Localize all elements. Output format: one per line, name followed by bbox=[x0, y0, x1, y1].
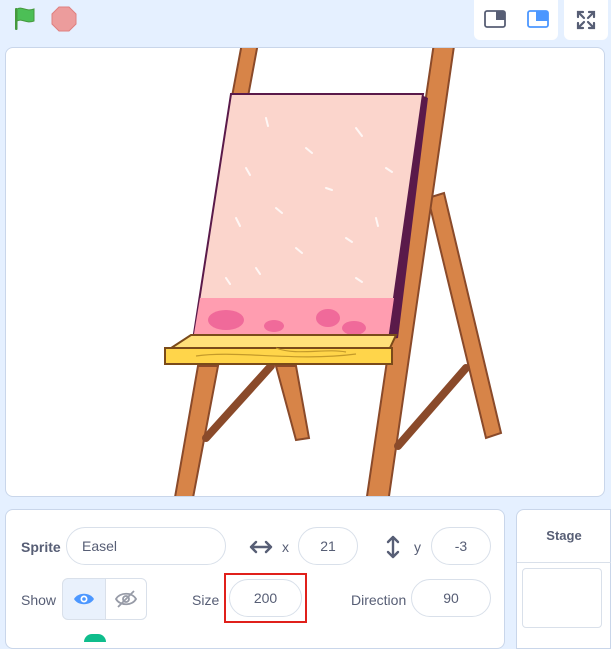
x-input[interactable]: 21 bbox=[298, 527, 358, 565]
stage-canvas[interactable] bbox=[5, 47, 605, 497]
stage-panel-divider bbox=[517, 562, 611, 563]
sprite-name-input[interactable]: Easel bbox=[66, 527, 226, 565]
size-label: Size bbox=[192, 592, 220, 608]
easel-sprite[interactable] bbox=[6, 48, 605, 497]
x-value: 21 bbox=[320, 538, 336, 554]
fullscreen-icon bbox=[576, 10, 596, 30]
direction-value: 90 bbox=[443, 590, 459, 606]
y-arrows-icon bbox=[386, 535, 400, 559]
size-value: 200 bbox=[253, 590, 278, 606]
show-label: Show bbox=[21, 592, 57, 608]
stage-panel-title: Stage bbox=[546, 528, 582, 543]
stop-icon bbox=[51, 6, 77, 32]
direction-input[interactable]: 90 bbox=[411, 579, 491, 617]
sprite-thumbnail-edge bbox=[84, 634, 106, 642]
sprite-name-value: Easel bbox=[82, 538, 118, 554]
small-stage-button[interactable] bbox=[477, 4, 513, 34]
y-value: -3 bbox=[454, 538, 468, 554]
stop-button[interactable] bbox=[49, 4, 79, 34]
large-stage-button[interactable] bbox=[520, 4, 556, 34]
y-label: y bbox=[414, 539, 421, 555]
fullscreen-button[interactable] bbox=[564, 0, 608, 40]
direction-label: Direction bbox=[351, 592, 407, 608]
large-stage-icon bbox=[527, 10, 549, 28]
x-label: x bbox=[282, 539, 289, 555]
x-arrows-icon bbox=[249, 540, 273, 554]
size-input[interactable]: 200 bbox=[229, 579, 302, 617]
eye-icon bbox=[74, 593, 94, 605]
small-stage-icon bbox=[484, 10, 506, 28]
show-hidden-button[interactable] bbox=[105, 578, 147, 620]
green-flag-icon bbox=[15, 7, 35, 30]
eye-hidden-icon bbox=[115, 590, 137, 608]
green-flag-button[interactable] bbox=[8, 4, 42, 34]
stage-thumbnail[interactable] bbox=[522, 568, 602, 628]
sprite-label: Sprite bbox=[21, 539, 61, 555]
sprite-info-panel: Sprite Easel x 21 y -3 Show Size 200 Dir… bbox=[5, 509, 505, 649]
show-visible-button[interactable] bbox=[62, 578, 106, 620]
y-input[interactable]: -3 bbox=[431, 527, 491, 565]
stage-target-panel[interactable]: Stage bbox=[516, 509, 611, 649]
